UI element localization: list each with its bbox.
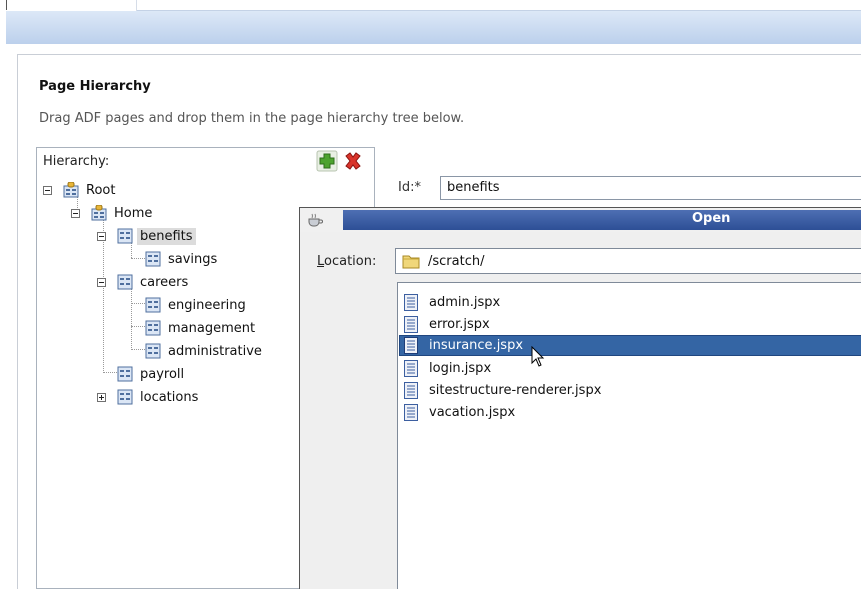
header-tab [6, 0, 137, 11]
file-icon [404, 360, 418, 377]
file-name: insurance.jspx [429, 338, 524, 353]
page-icon [117, 389, 133, 405]
tree-node-label: payroll [140, 366, 185, 382]
tree-node-savings[interactable]: savings [145, 249, 220, 269]
mouse-cursor-icon [531, 346, 545, 367]
page-icon [145, 251, 161, 267]
tree-node-benefits[interactable]: benefits [97, 226, 196, 246]
file-name: error.jspx [429, 317, 490, 332]
file-icon [404, 404, 418, 421]
file-item[interactable]: login.jspx [404, 358, 861, 379]
location-label: Location: [317, 254, 376, 269]
id-label: Id:* [398, 180, 421, 195]
page-icon [117, 274, 133, 290]
tree-node-label: Home [114, 205, 153, 221]
tree-node-label: administrative [168, 343, 262, 359]
app-cup-icon [308, 213, 323, 227]
tree-node-locations[interactable]: locations [97, 387, 201, 407]
collapse-icon[interactable] [71, 209, 80, 218]
section-description: Drag ADF pages and drop them in the page… [39, 111, 465, 126]
id-field[interactable]: benefits [440, 176, 861, 200]
tree-node-label: savings [168, 251, 218, 267]
tree-node-root[interactable]: Root [43, 180, 118, 200]
add-icon[interactable] [316, 150, 338, 172]
file-icon [404, 337, 418, 354]
page-lock-icon [91, 205, 107, 221]
open-dialog: Open Location: /scratch/ admin.jspx erro… [299, 207, 861, 589]
dialog-titlebar[interactable]: Open [300, 208, 861, 232]
titlebar-fill [343, 210, 861, 230]
page-lock-icon [63, 182, 79, 198]
collapse-icon[interactable] [97, 278, 106, 287]
collapse-icon[interactable] [97, 232, 106, 241]
tree-node-label: engineering [168, 297, 246, 313]
section-title: Page Hierarchy [39, 79, 151, 94]
tree-node-management[interactable]: management [145, 318, 258, 338]
tree-node-label: locations [140, 389, 199, 405]
folder-icon [402, 255, 420, 268]
collapse-icon[interactable] [43, 186, 52, 195]
delete-icon[interactable] [342, 150, 364, 172]
tree-connector [131, 349, 145, 350]
file-item[interactable]: error.jspx [404, 314, 861, 335]
file-item[interactable]: vacation.jspx [404, 402, 861, 423]
tree-node-label: benefits [137, 227, 196, 245]
location-label-mnemonic: L [317, 254, 325, 269]
tree-node-payroll[interactable]: payroll [117, 364, 187, 384]
tree-connector [131, 288, 132, 350]
header-band [6, 10, 861, 44]
page-icon [145, 320, 161, 336]
file-name: sitestructure-renderer.jspx [429, 383, 602, 398]
hierarchy-label: Hierarchy: [43, 154, 110, 169]
window-edge [6, 0, 7, 10]
page-icon [145, 297, 161, 313]
page-icon [145, 343, 161, 359]
tree-node-administrative[interactable]: administrative [145, 341, 265, 361]
tree-node-label: Root [86, 182, 116, 198]
tree-node-label: management [168, 320, 256, 336]
dialog-title: Open [692, 211, 731, 226]
file-item-selected[interactable]: insurance.jspx [399, 335, 861, 356]
file-icon [404, 294, 418, 311]
file-icon [404, 316, 418, 333]
file-list[interactable]: admin.jspx error.jspx insurance.jspx log… [397, 282, 861, 589]
file-item[interactable]: admin.jspx [404, 292, 861, 313]
location-value: /scratch/ [428, 253, 485, 269]
file-icon [404, 382, 418, 399]
page-icon [117, 228, 133, 244]
file-name: login.jspx [429, 361, 492, 376]
tree-node-engineering[interactable]: engineering [145, 295, 249, 315]
tree-connector [131, 258, 145, 259]
location-combo[interactable]: /scratch/ [395, 248, 861, 274]
hierarchy-header: Hierarchy: [37, 148, 374, 174]
tree-connector [131, 326, 145, 327]
page-icon [117, 366, 133, 382]
tree-node-label: careers [140, 274, 189, 290]
expand-icon[interactable] [97, 393, 106, 402]
tree-node-home[interactable]: Home [71, 203, 155, 223]
location-label-text: ocation: [324, 254, 377, 269]
file-name: vacation.jspx [429, 405, 516, 420]
tree-node-careers[interactable]: careers [97, 272, 191, 292]
tree-connector [131, 303, 145, 304]
file-item[interactable]: sitestructure-renderer.jspx [404, 380, 861, 401]
tree-connector [103, 372, 117, 373]
file-name: admin.jspx [429, 295, 501, 310]
